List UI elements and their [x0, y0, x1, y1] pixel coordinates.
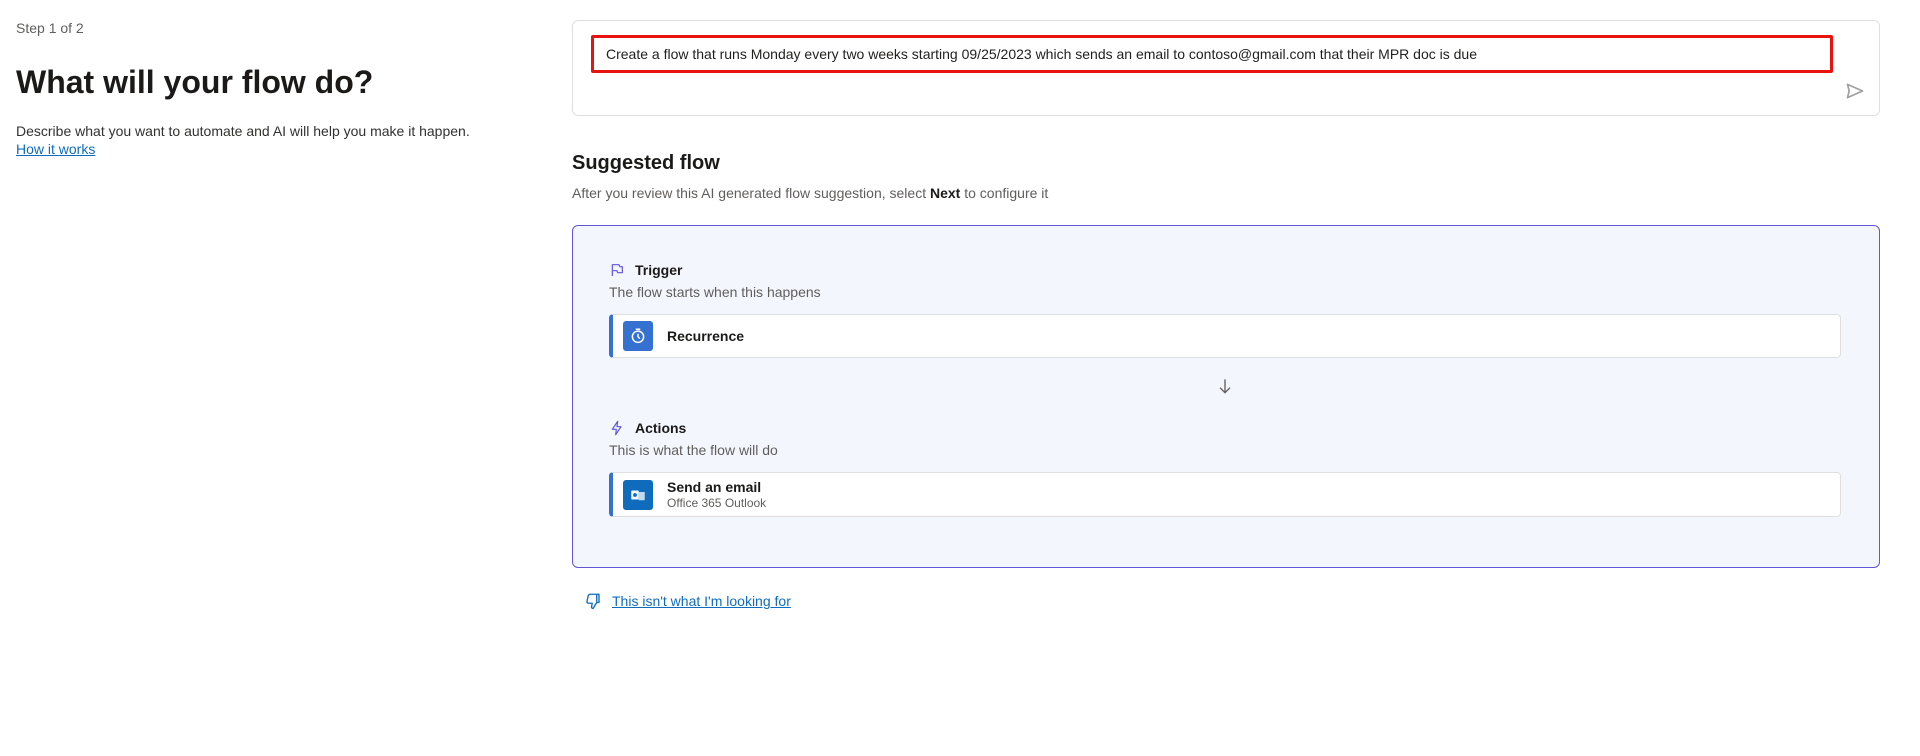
- arrow-down-icon: [609, 376, 1841, 396]
- actions-description: This is what the flow will do: [609, 442, 1841, 458]
- page-title: What will your flow do?: [16, 64, 520, 101]
- prompt-text: Create a flow that runs Monday every two…: [591, 35, 1833, 73]
- send-icon[interactable]: [1845, 81, 1865, 101]
- step-indicator: Step 1 of 2: [16, 20, 520, 36]
- flag-icon: [609, 262, 625, 278]
- trigger-header: Trigger: [609, 262, 1841, 278]
- trigger-step-title: Recurrence: [667, 328, 744, 345]
- suggested-flow-subtitle: After you review this AI generated flow …: [572, 185, 1880, 201]
- outlook-icon: [623, 480, 653, 510]
- lightning-icon: [609, 420, 625, 436]
- prompt-input-container[interactable]: Create a flow that runs Monday every two…: [572, 20, 1880, 116]
- flow-card: Trigger The flow starts when this happen…: [572, 225, 1880, 568]
- trigger-step-recurrence[interactable]: Recurrence: [609, 314, 1841, 358]
- not-looking-for-link[interactable]: This isn't what I'm looking for: [612, 593, 791, 609]
- clock-icon: [623, 321, 653, 351]
- action-step-title: Send an email: [667, 479, 766, 496]
- how-it-works-link[interactable]: How it works: [16, 141, 95, 157]
- trigger-description: The flow starts when this happens: [609, 284, 1841, 300]
- action-step-subtitle: Office 365 Outlook: [667, 496, 766, 510]
- thumbs-down-icon: [584, 592, 602, 610]
- suggested-flow-title: Suggested flow: [572, 152, 1880, 175]
- actions-header: Actions: [609, 420, 1841, 436]
- page-description: Describe what you want to automate and A…: [16, 121, 520, 141]
- action-step-send-email[interactable]: Send an email Office 365 Outlook: [609, 472, 1841, 517]
